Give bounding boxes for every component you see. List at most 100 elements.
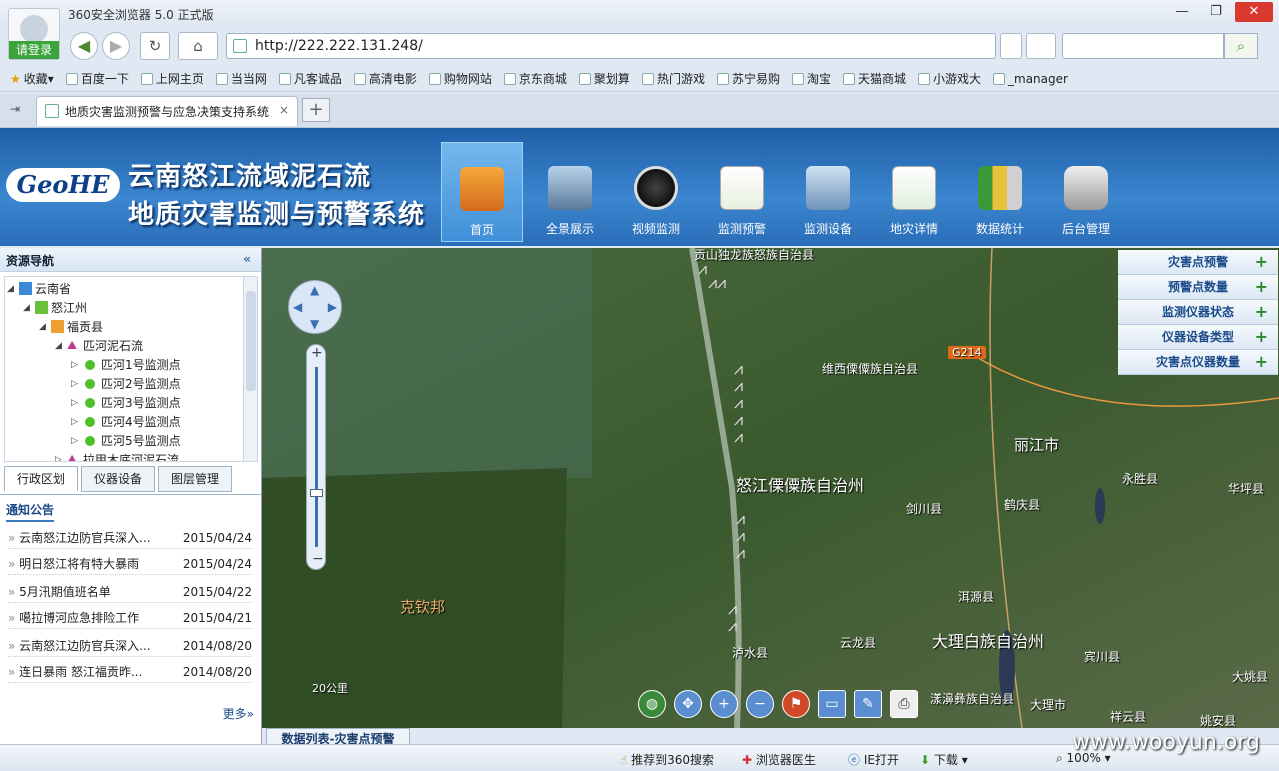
measure-icon[interactable]: ▭ <box>818 690 846 718</box>
expand-icon[interactable]: ▷ <box>71 417 83 427</box>
notice-item[interactable]: » 云南怒江边防官兵深入... 2014/08/20 <box>8 635 252 657</box>
notice-item[interactable]: » 云南怒江边防官兵深入... 2015/04/24 <box>8 527 252 549</box>
print-icon[interactable]: ⎙ <box>890 690 918 718</box>
expand-icon[interactable]: ◢ <box>39 322 51 332</box>
pen-icon[interactable]: ✎ <box>854 690 882 718</box>
expand-plus-icon[interactable]: + <box>1255 325 1268 349</box>
address-bar[interactable]: http://222.222.131.248/ <box>226 33 996 59</box>
notice-item[interactable]: » 5月汛期值班名单 2015/04/22 <box>8 581 252 603</box>
tree-node-province[interactable]: ◢ 云南省 <box>7 279 71 298</box>
favorite-item[interactable]: 热门游戏 <box>641 70 705 87</box>
favorite-item[interactable]: 小游戏大 <box>918 70 981 87</box>
expand-plus-icon[interactable]: + <box>1255 300 1268 324</box>
expand-icon[interactable]: ▷ <box>71 436 83 446</box>
tree-node-point[interactable]: ▷ 匹河2号监测点 <box>71 374 181 393</box>
hazard-marker-icon[interactable]: ⩘ <box>736 544 745 561</box>
expand-icon[interactable]: ◢ <box>55 341 67 351</box>
search-input[interactable] <box>1062 33 1224 59</box>
zoom-in-tool-icon[interactable]: + <box>710 690 738 718</box>
hazard-marker-icon[interactable]: ⩘ <box>734 360 743 377</box>
hazard-marker-icon[interactable]: ⩘ <box>736 527 745 544</box>
tab-instruments[interactable]: 仪器设备 <box>81 466 156 492</box>
favorite-item[interactable]: 淘宝 <box>791 70 831 87</box>
pan-move-icon[interactable]: ✥ <box>674 690 702 718</box>
favorite-item[interactable]: 高清电影 <box>353 70 417 87</box>
hazard-markers[interactable]: ⩘ ⩘ <box>728 600 737 634</box>
status-doctor[interactable]: ✚ 浏览器医生 <box>742 751 816 768</box>
search-button[interactable]: ⌕ <box>1224 33 1258 59</box>
status-ie-open[interactable]: ⓔ IE打开 <box>848 751 899 768</box>
forward-button[interactable]: ▶ <box>102 32 130 60</box>
status-recommend[interactable]: ☝ 推荐到360搜索 <box>620 751 714 768</box>
hazard-marker-icon[interactable]: ⩘ <box>728 600 737 617</box>
favorite-item[interactable]: 天猫商城 <box>842 70 906 87</box>
tab-admin-division[interactable]: 行政区划 <box>4 466 79 492</box>
expand-icon[interactable]: ◢ <box>7 284 19 294</box>
favorite-item[interactable]: ★ 收藏 ▾ <box>10 70 54 87</box>
browser-tab[interactable]: 地质灾害监测预警与应急决策支持系统 × <box>36 96 298 126</box>
favorite-item[interactable]: 聚划算 <box>578 70 630 87</box>
url-text[interactable]: http://222.222.131.248/ <box>255 38 423 54</box>
menu-panorama[interactable]: 全景展示 <box>527 142 613 242</box>
hazard-marker-icon[interactable]: ⩘ <box>734 377 743 394</box>
tree-node-point[interactable]: ▷ 匹河5号监测点 <box>71 431 181 450</box>
zoom-thumb[interactable] <box>310 489 323 497</box>
pan-up-icon[interactable]: ▲ <box>310 283 319 297</box>
close-button[interactable]: ✕ <box>1235 2 1273 22</box>
zoom-slider[interactable]: + − <box>306 344 326 570</box>
expand-icon[interactable]: ◢ <box>23 303 35 313</box>
expand-plus-icon[interactable]: + <box>1255 250 1268 274</box>
pan-left-icon[interactable]: ◀ <box>293 300 302 314</box>
pan-down-icon[interactable]: ▼ <box>310 317 319 331</box>
pan-control[interactable]: ▲ ◀ ▶ ▼ <box>288 280 342 334</box>
tree-node-debris-flow[interactable]: ▷ ⛰ 拉甲木底河泥石流 <box>55 450 179 462</box>
tree-scrollbar[interactable] <box>243 277 257 461</box>
tree-node-point[interactable]: ▷ 匹河3号监测点 <box>71 393 181 412</box>
new-tab-button[interactable]: + <box>302 98 330 122</box>
favorite-item[interactable]: _manager <box>993 72 1068 86</box>
stat-row-hazard-warning[interactable]: 灾害点预警 + <box>1118 250 1278 275</box>
zoom-out-tool-icon[interactable]: − <box>746 690 774 718</box>
tree-node-debris-flow[interactable]: ◢ ⛰ 匹河泥石流 <box>55 336 143 355</box>
maximize-button[interactable]: ❐ <box>1201 2 1231 22</box>
expand-icon[interactable]: ▷ <box>71 398 83 408</box>
expand-plus-icon[interactable]: + <box>1255 350 1268 374</box>
expand-icon[interactable]: ▷ <box>71 379 83 389</box>
sidebar-toggle-icon[interactable]: ⇥ <box>10 102 20 116</box>
favorite-item[interactable]: 购物网站 <box>428 70 492 87</box>
stat-row-device-types[interactable]: 仪器设备类型 + <box>1118 325 1278 350</box>
menu-warning[interactable]: 监测预警 <box>699 142 785 242</box>
expand-icon[interactable]: ▷ <box>71 360 83 370</box>
tab-layers[interactable]: 图层管理 <box>158 466 233 492</box>
collapse-icon[interactable]: « <box>243 252 251 266</box>
expand-icon[interactable]: ▷ <box>55 455 67 462</box>
hazard-markers[interactable]: ⩘ ⩘ ⩘ <box>736 510 745 561</box>
status-download[interactable]: ⬇ 下载 ▾ <box>920 751 968 768</box>
hazard-marker-icon[interactable]: ⩘⩘ <box>708 275 726 291</box>
favorite-item[interactable]: 京东商城 <box>503 70 567 87</box>
back-button[interactable]: ◀ <box>70 32 98 60</box>
notice-item[interactable]: » 噶拉博河应急排险工作 2015/04/21 <box>8 607 252 629</box>
hazard-marker-icon[interactable]: ⩘ <box>736 510 745 527</box>
menu-statistics[interactable]: 数据统计 <box>957 142 1043 242</box>
home-button[interactable]: ⌂ <box>178 32 218 60</box>
hazard-marker-icon[interactable]: ⩘ <box>734 411 743 428</box>
menu-home[interactable]: 首页 <box>441 142 523 242</box>
favorite-item[interactable]: 上网主页 <box>140 70 204 87</box>
scrollbar-thumb[interactable] <box>246 291 256 391</box>
globe-icon[interactable]: ◍ <box>638 690 666 718</box>
expand-plus-icon[interactable]: + <box>1255 275 1268 299</box>
favorite-item[interactable]: 百度一下 <box>65 70 129 87</box>
zoom-out-icon[interactable]: − <box>312 551 324 567</box>
menu-video[interactable]: 视频监测 <box>613 142 699 242</box>
favorite-item[interactable]: 苏宁易购 <box>716 70 780 87</box>
hazard-marker-icon[interactable]: ⩘ <box>734 428 743 445</box>
tree-node-point[interactable]: ▷ 匹河4号监测点 <box>71 412 181 431</box>
hazard-marker-icon[interactable]: ⩘ <box>734 394 743 411</box>
tab-close-button[interactable]: × <box>279 103 289 117</box>
notice-item[interactable]: » 连日暴雨 怒江福贡昨... 2014/08/20 <box>8 661 252 683</box>
stat-row-instrument-count[interactable]: 灾害点仪器数量 + <box>1118 350 1278 375</box>
flag-icon[interactable]: ⚑ <box>782 690 810 718</box>
notice-item[interactable]: » 明日怒江将有特大暴雨 2015/04/24 <box>8 553 252 575</box>
refresh-button[interactable]: ↻ <box>140 32 170 60</box>
